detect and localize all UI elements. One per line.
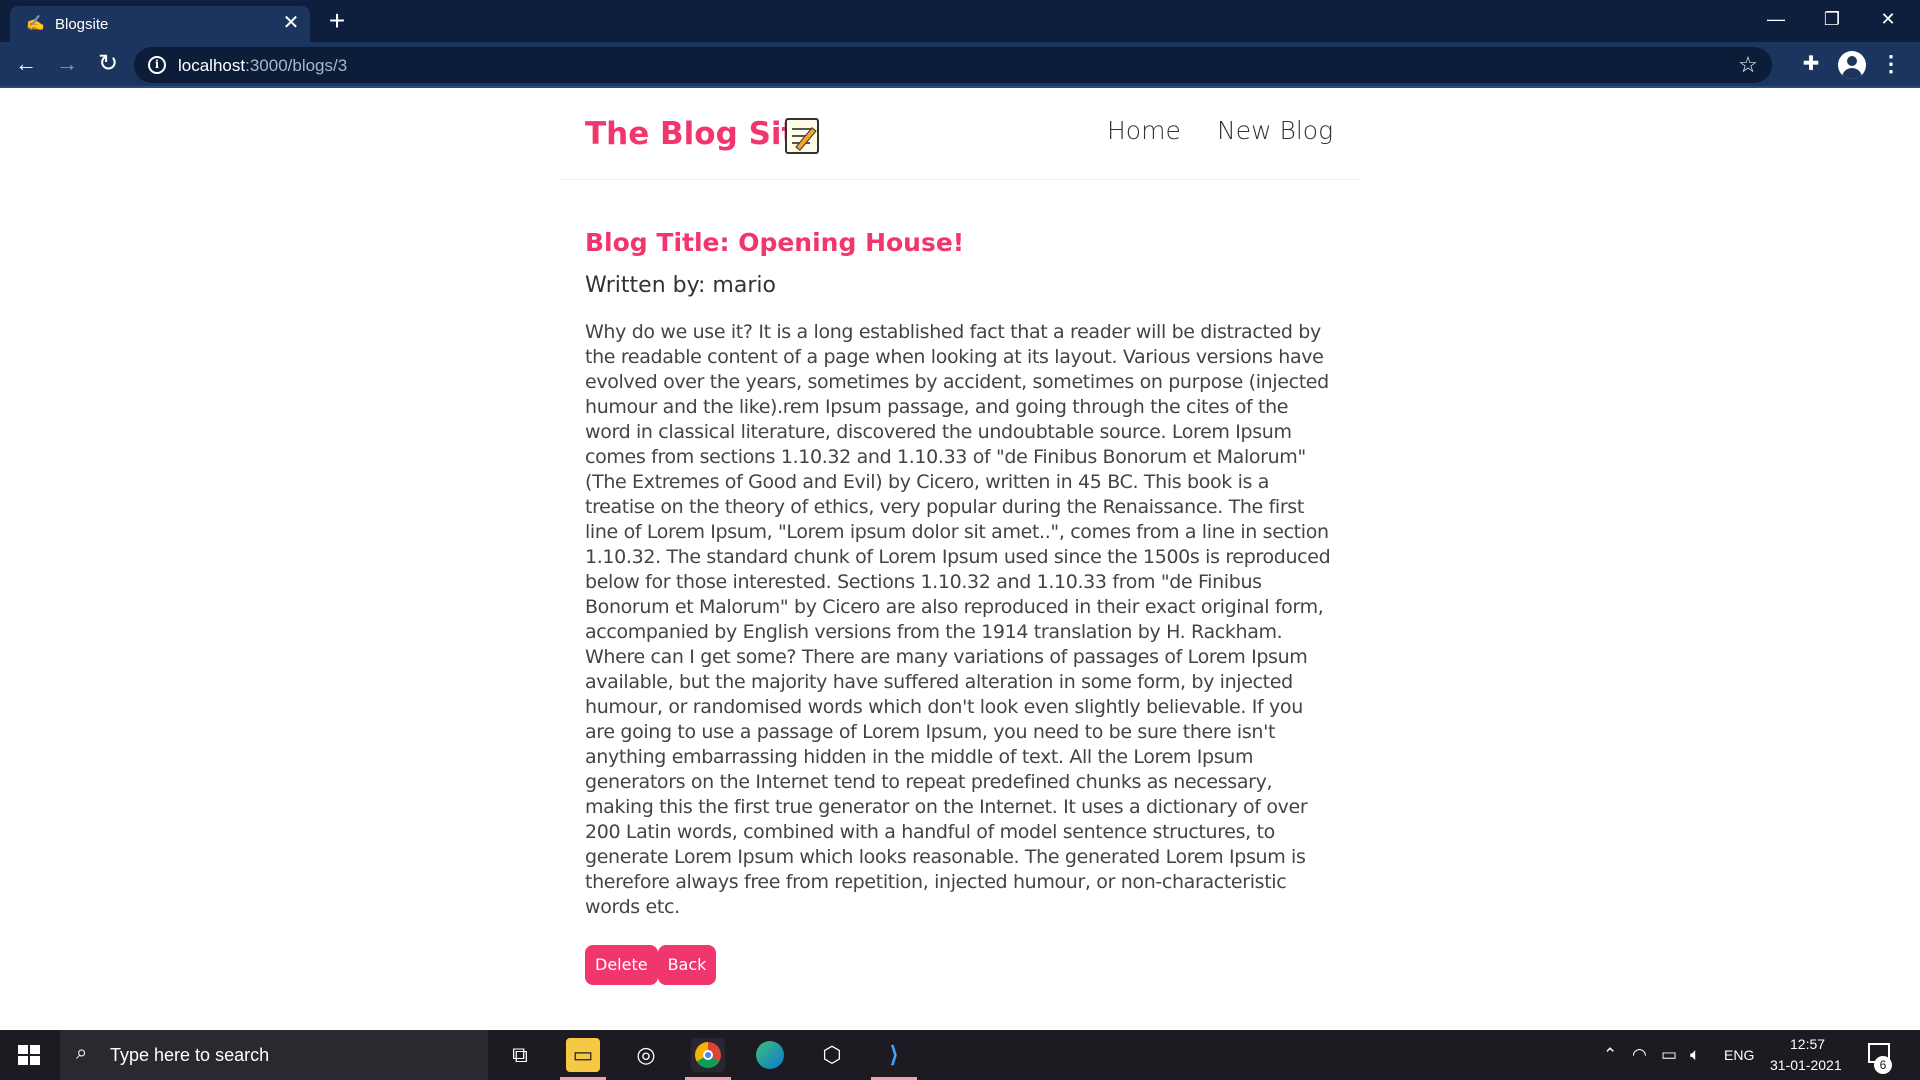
browser-favicon-icon: ✍ (26, 15, 45, 32)
tab-title: Blogsite (55, 16, 109, 33)
chevron-up-icon[interactable]: ⌃ (1603, 1045, 1617, 1065)
nav-home-link[interactable]: Home (1107, 116, 1181, 145)
cortana-icon[interactable]: ◎ (629, 1038, 663, 1072)
taskbar-search-box[interactable]: ⌕ Type here to search (60, 1030, 488, 1080)
forward-arrow-icon[interactable]: → (53, 50, 81, 78)
search-placeholder: Type here to search (110, 1045, 270, 1065)
blog-body: Why do we use it? It is a long establish… (585, 321, 1331, 918)
blog-actions: Delete Back (585, 945, 1345, 985)
more-menu-icon[interactable]: ⋮ (1880, 50, 1902, 78)
url-path: :3000/blogs/3 (245, 56, 348, 75)
page-viewport: The Blog Site Home New Blog Blog Title: … (0, 90, 1920, 1030)
blog-author: Written by: mario (585, 273, 776, 298)
blog-details: Blog Title: Opening House! Written by: m… (585, 228, 1345, 985)
site-info-icon[interactable]: i (148, 56, 166, 74)
battery-icon[interactable]: ▭ (1661, 1045, 1677, 1065)
back-arrow-icon[interactable]: ← (12, 50, 40, 78)
plus-icon[interactable]: + (322, 6, 352, 36)
back-button[interactable]: Back (657, 945, 717, 985)
volume-icon[interactable]: 🔈︎ (1690, 1045, 1700, 1065)
site-navbar: The Blog Site Home New Blog (560, 90, 1360, 180)
bookmark-star-icon[interactable]: ☆ (1734, 51, 1762, 79)
site-brand: The Blog Site (585, 116, 818, 152)
nav-new-blog-link[interactable]: New Blog (1217, 116, 1333, 145)
clock-time[interactable]: 12:57 (1790, 1036, 1825, 1052)
browser-toolbar: ← → ↻ i localhost:3000/blogs/3 ☆ (0, 42, 1920, 88)
wifi-icon[interactable]: ◠ (1632, 1045, 1647, 1065)
url-text[interactable]: localhost:3000/blogs/3 (178, 56, 347, 76)
browser-tab[interactable]: ✍ Blogsite ✕ (10, 6, 310, 42)
extensions-puzzle-icon[interactable]: ✚ (1797, 50, 1825, 78)
blog-title: Blog Title: Opening House! (585, 228, 965, 257)
address-bar[interactable]: i localhost:3000/blogs/3 ☆ (134, 47, 1772, 83)
task-view-icon[interactable]: ⧉ (503, 1038, 537, 1072)
notification-count-badge: 6 (1874, 1056, 1892, 1074)
vscode-icon[interactable]: ⟩ (871, 1038, 917, 1080)
language-indicator[interactable]: ENG (1724, 1047, 1754, 1063)
memo-emoji-icon (785, 118, 819, 154)
maximize-icon[interactable]: ❐ (1812, 4, 1852, 34)
edge-icon[interactable] (753, 1038, 787, 1072)
close-window-icon[interactable]: ✕ (1868, 4, 1908, 34)
url-host: localhost (178, 56, 246, 75)
reload-icon[interactable]: ↻ (94, 50, 122, 78)
delete-button[interactable]: Delete (585, 945, 658, 985)
profile-icon[interactable] (1838, 51, 1866, 79)
close-icon[interactable]: ✕ (280, 12, 302, 34)
minimize-icon[interactable]: — (1756, 4, 1796, 34)
windows-start-icon[interactable] (18, 1045, 40, 1065)
chrome-icon[interactable] (685, 1038, 731, 1080)
windows-taskbar: ⌕ Type here to search ⧉ ▭ ◎ ⬡ ⟩ ⌃ ◠ ▭ 🔈︎… (0, 1030, 1920, 1080)
clock-date[interactable]: 31-01-2021 (1770, 1057, 1842, 1073)
file-explorer-icon[interactable]: ▭ (560, 1038, 606, 1080)
unity-icon[interactable]: ⬡ (815, 1038, 849, 1072)
browser-tab-bar: ✍ Blogsite ✕ + — ❐ ✕ (0, 0, 1920, 42)
search-icon: ⌕ (76, 1042, 88, 1064)
